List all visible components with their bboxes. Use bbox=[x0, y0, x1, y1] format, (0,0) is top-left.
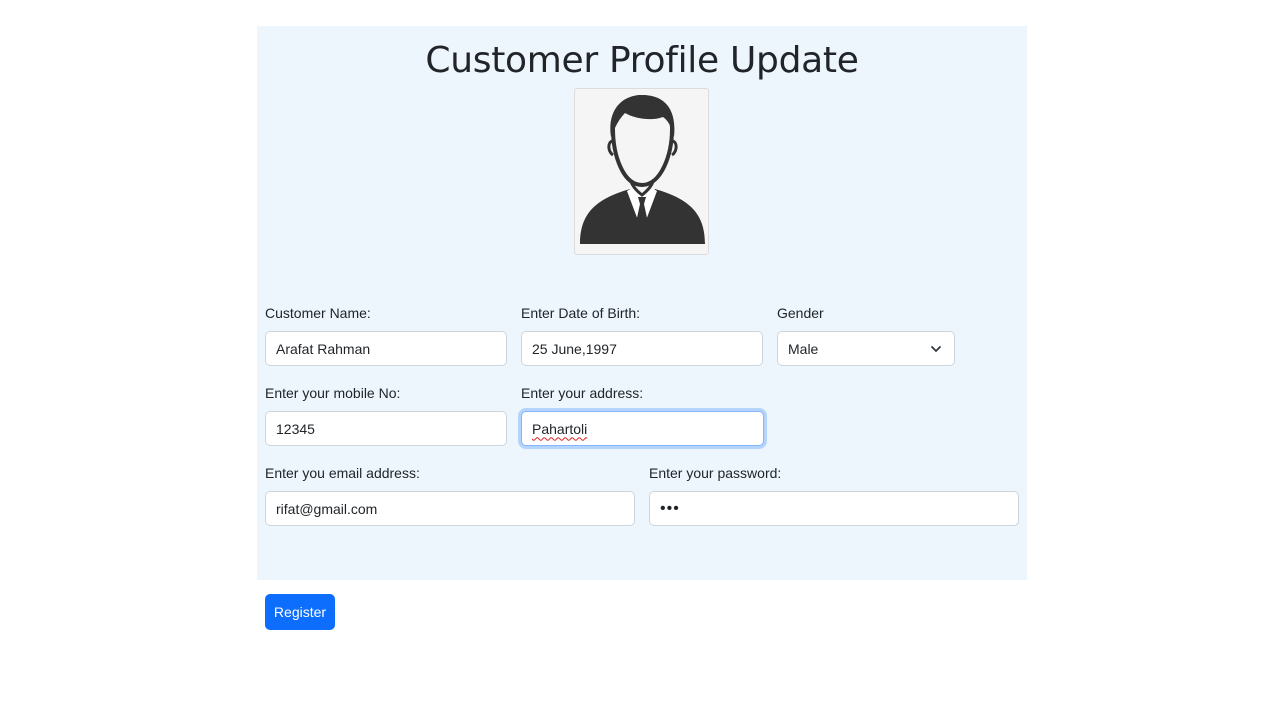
password-masked-value: ••• bbox=[660, 499, 680, 517]
user-avatar-icon bbox=[574, 88, 709, 255]
address-input[interactable]: Pahartoli bbox=[521, 411, 764, 446]
email-label: Enter you email address: bbox=[265, 465, 420, 481]
gender-label: Gender bbox=[777, 305, 824, 321]
customer-name-input[interactable]: Arafat Rahman bbox=[265, 331, 507, 366]
address-label: Enter your address: bbox=[521, 385, 644, 401]
chevron-down-icon bbox=[931, 346, 941, 352]
gender-select[interactable]: Male bbox=[777, 331, 955, 366]
register-button[interactable]: Register bbox=[265, 594, 335, 630]
dob-label: Enter Date of Birth: bbox=[521, 305, 641, 321]
page-title: Customer Profile Update bbox=[425, 40, 859, 81]
password-input[interactable]: ••• bbox=[649, 491, 1019, 526]
gender-select-value: Male bbox=[788, 340, 819, 357]
address-input-value: Pahartoli bbox=[532, 420, 588, 437]
mobile-input[interactable]: 12345 bbox=[265, 411, 507, 446]
mobile-label: Enter your mobile No: bbox=[265, 385, 401, 401]
dob-input[interactable]: 25 June,1997 bbox=[521, 331, 763, 366]
password-label: Enter your password: bbox=[649, 465, 782, 481]
email-input[interactable]: rifat@gmail.com bbox=[265, 491, 635, 526]
customer-name-label: Customer Name: bbox=[265, 305, 371, 321]
